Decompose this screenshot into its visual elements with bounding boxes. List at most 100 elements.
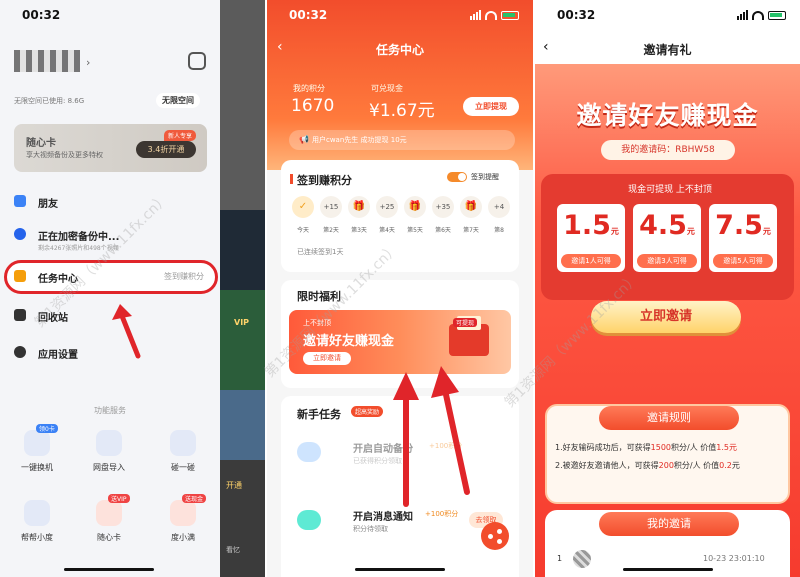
megaphone-icon: 📢 (299, 135, 309, 144)
cash-label: 可兑现金 (371, 84, 403, 93)
page-title: 邀请有礼 (643, 43, 692, 57)
service-tap[interactable]: 碰一碰 (158, 430, 208, 473)
cloud-icon (297, 442, 321, 462)
signal-icon (737, 10, 748, 20)
unlimited-space-button[interactable]: 无限空间 (156, 93, 200, 108)
signin-day[interactable]: 🎁 第5天 (403, 196, 427, 234)
signin-day[interactable]: +35 第6天 (431, 196, 455, 234)
signin-day[interactable]: ✓ 今天 (291, 196, 315, 234)
prize-header: 现金可提现 上不封顶 (628, 185, 712, 195)
signin-card: 签到赚积分 签到提醒 ✓ 今天 +15 第2天 🎁 第3天 +25 第4天 🎁 第5天 +… (281, 160, 519, 272)
wallet-icon: 送现金 (170, 494, 207, 526)
service-phone-switch[interactable]: 领0卡 一键换机 (12, 424, 62, 473)
home-indicator (355, 568, 445, 571)
remind-toggle[interactable] (447, 172, 467, 182)
reward-badge: 超高奖励 (351, 406, 384, 417)
task-center-header: 00:32 ‹ 任务中心 我的积分 1670 可兑现金 ¥1.67元 立即提现 … (267, 0, 533, 170)
menu-item-friends[interactable]: 朋友 (14, 192, 214, 212)
task-center-screen: 00:32 ‹ 任务中心 我的积分 1670 可兑现金 ¥1.67元 立即提现 … (267, 0, 533, 577)
signin-day[interactable]: +25 第4天 (375, 196, 399, 234)
nav-bar: 00:32 ‹ 邀请有礼 (535, 0, 800, 64)
points-value: 1670 (291, 96, 335, 116)
page-title: 任务中心 (375, 43, 424, 57)
services-title: 功能服务 (94, 406, 126, 415)
points-label: 我的积分 (293, 84, 325, 93)
signin-day[interactable]: 🎁 第7天 (459, 196, 483, 234)
remind-label: 签到提醒 (471, 173, 499, 181)
banner-invite-button[interactable]: 立即邀请 (303, 352, 351, 365)
withdraw-notice: 📢 用户cwan先生 成功提现 10元 (289, 130, 515, 150)
invite-headline: 邀请好友赚现金 (576, 101, 759, 130)
signin-day[interactable]: +15 第2天 (319, 196, 343, 234)
rule-2: 2.被邀好友邀请他人，可获得200积分/人 价值0.2元 (555, 461, 740, 470)
invite-screen: 00:32 ‹ 邀请有礼 邀请好友赚现金 我的邀请码：RBHW58 现金可提现 … (535, 0, 800, 577)
membership-card[interactable]: 随心卡 享大视频备份及更多特权 3.4折开通 新人专享 (14, 124, 207, 172)
rules-title: 邀请规则 (599, 406, 739, 430)
invite-content: 邀请好友赚现金 我的邀请码：RBHW58 现金可提现 上不封顶 1.5元 邀请1… (535, 64, 800, 577)
service-xiaodu[interactable]: 帮帮小度 (12, 500, 62, 543)
signin-day[interactable]: +4 第8 (487, 196, 511, 234)
withdrawable-tag: 可提现 (453, 318, 478, 327)
service-card[interactable]: 送VIP 随心卡 (84, 494, 134, 543)
withdraw-button[interactable]: 立即提现 (463, 97, 519, 116)
behind-vip-text: VIP (234, 318, 250, 327)
status-bar: 00:32 (0, 8, 220, 26)
avatar[interactable] (14, 50, 80, 72)
red-envelope-icon (449, 316, 489, 356)
wifi-icon (752, 10, 764, 20)
shield-icon (14, 228, 26, 240)
card-subtitle: 享大视频备份及更多特权 (26, 151, 103, 159)
limited-title: 限时福利 (297, 290, 341, 303)
task-icon (14, 270, 26, 282)
card-title: 随心卡 (26, 138, 56, 149)
service-import[interactable]: 网盘导入 (84, 430, 134, 473)
menu-item-backup[interactable]: 正在加密备份中... 剩余4267张照片和498个视频 (14, 225, 214, 252)
friends-icon (14, 195, 26, 207)
home-indicator (64, 568, 154, 571)
signin-hint: 签到赚积分 (164, 272, 204, 281)
phone-switch-icon: 领0卡 (24, 424, 58, 456)
prize-tier: 1.5元 邀请1人可得 (557, 204, 625, 272)
import-icon (96, 430, 122, 456)
red-arrow-annotation (431, 366, 470, 495)
behind-open-text: 开通 (226, 481, 242, 490)
chevron-right-icon[interactable]: › (86, 56, 90, 69)
share-icon[interactable] (481, 522, 509, 550)
status-time: 00:32 (22, 8, 61, 22)
behind-label: 看忆 (226, 546, 240, 554)
service-duxiaoman[interactable]: 送现金 度小满 (158, 494, 208, 543)
avatar (573, 550, 591, 568)
card-open-button[interactable]: 3.4折开通 (136, 141, 196, 158)
gear-icon (14, 346, 26, 358)
storage-usage: 无限空间已使用: 8.6G (14, 97, 85, 105)
side-drawer: 00:32 › 无限空间已使用: 8.6G 无限空间 随心卡 享大视频备份及更多… (0, 0, 220, 577)
robot-icon (24, 500, 50, 526)
bell-icon (297, 510, 321, 530)
newbie-title: 新手任务 (297, 408, 341, 421)
signin-day[interactable]: 🎁 第3天 (347, 196, 371, 234)
status-bar: 00:32 (535, 8, 800, 26)
prize-board: 现金可提现 上不封顶 1.5元 邀请1人可得 4.5元 邀请3人可得 7.5元 … (541, 174, 794, 300)
prize-tier: 7.5元 邀请5人可得 (709, 204, 777, 272)
battery-icon (501, 10, 519, 20)
battery-icon (768, 10, 786, 20)
invite-now-button[interactable]: 立即邀请 (591, 301, 741, 333)
signed-days: 已连续签到1天 (297, 248, 344, 256)
invite-code: 我的邀请码：RBHW58 (601, 140, 735, 160)
signal-icon (470, 10, 481, 20)
status-bar: 00:32 (267, 8, 533, 26)
tap-icon (170, 430, 196, 456)
trash-icon (14, 309, 26, 321)
scan-icon[interactable] (188, 52, 206, 70)
cash-value: ¥1.67元 (369, 101, 435, 121)
menu-item-task-center[interactable]: 任务中心 签到赚积分 (14, 267, 214, 287)
left-screen: VIP 开通 看忆 00:32 › 无限空间已使用: 8.6G 无限空间 随心卡… (0, 0, 265, 577)
invite-banner[interactable]: 上不封顶 邀请好友赚现金 立即邀请 可提现 (289, 310, 511, 374)
heart-card-icon: 送VIP (96, 494, 130, 526)
wifi-icon (485, 10, 497, 20)
background-page-dimmed: VIP 开通 看忆 (220, 0, 265, 577)
red-arrow-annotation (393, 372, 419, 507)
home-indicator (623, 568, 713, 571)
new-user-badge: 新人专享 (164, 130, 197, 141)
red-arrow-annotation (112, 304, 141, 359)
